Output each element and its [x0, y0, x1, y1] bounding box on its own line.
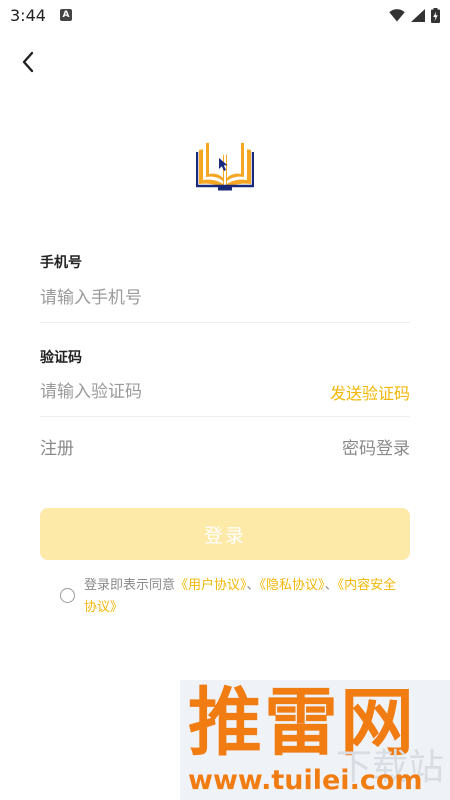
status-right — [389, 7, 440, 23]
phone-input[interactable] — [40, 287, 290, 308]
battery-icon — [431, 7, 440, 23]
phone-field-row — [40, 273, 410, 323]
status-time: 3:44 — [10, 5, 46, 25]
user-agreement-link[interactable]: 《用户协议》 — [175, 578, 247, 593]
status-bar: 3:44 A — [0, 0, 450, 30]
agreement-separator: 、 — [324, 578, 338, 593]
site-watermark: 推雷网 下载站 www.tuilei.com — [180, 680, 450, 800]
agreement-text: 登录即表示同意《用户协议》、《隐私协议》、《内容安全协议》 — [84, 575, 404, 619]
code-label: 验证码 — [40, 350, 82, 366]
register-link[interactable]: 注册 — [40, 434, 74, 459]
verification-code-input[interactable] — [40, 381, 290, 402]
send-code-button[interactable]: 发送验证码 — [330, 380, 410, 404]
app-logo-book-icon — [196, 139, 254, 191]
agreement-separator: 、 — [246, 578, 260, 593]
watermark-url: www.tuilei.com — [188, 765, 423, 796]
phone-label: 手机号 — [40, 255, 82, 271]
auth-links: 注册 密码登录 — [40, 428, 410, 464]
login-button[interactable]: 登录 — [40, 508, 410, 560]
password-login-link[interactable]: 密码登录 — [342, 434, 410, 459]
notification-icon: A — [59, 9, 72, 21]
code-field-row: 发送验证码 — [40, 367, 410, 417]
signal-icon — [411, 8, 425, 22]
status-left: 3:44 A — [10, 6, 72, 25]
wifi-icon — [389, 8, 405, 21]
privacy-agreement-link[interactable]: 《隐私协议》 — [260, 578, 325, 593]
agreement-prefix: 登录即表示同意 — [84, 578, 176, 593]
back-button[interactable] — [14, 48, 42, 76]
agreement-checkbox[interactable] — [60, 588, 75, 603]
chevron-left-icon — [22, 51, 34, 73]
